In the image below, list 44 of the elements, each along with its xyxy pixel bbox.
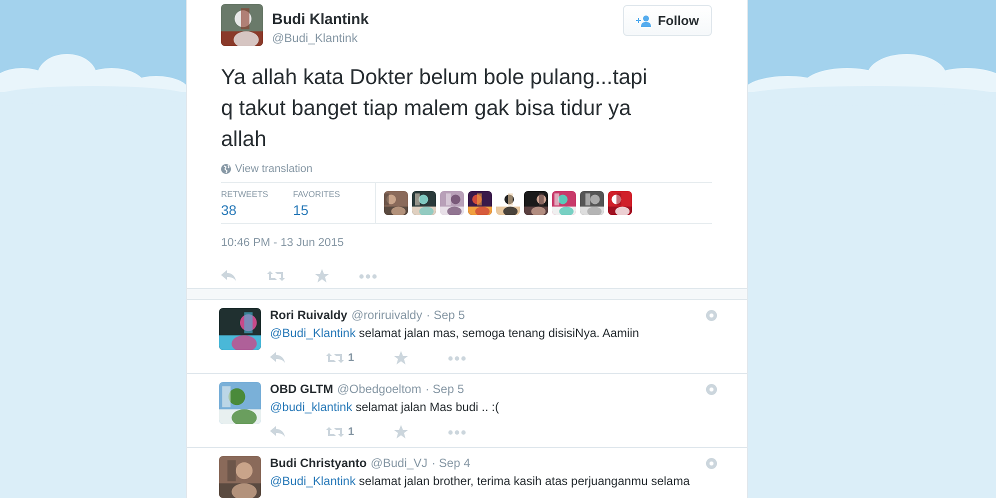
author-name[interactable]: Budi Klantink — [272, 11, 614, 28]
mention-link[interactable]: @budi_klantink — [270, 400, 352, 414]
follow-button[interactable]: Follow — [622, 5, 712, 36]
reply-author-handle[interactable]: @Budi_VJ — [370, 456, 428, 470]
globe-icon — [221, 164, 231, 174]
retweet-icon[interactable] — [267, 270, 285, 282]
stat-label: RETWEETS — [221, 188, 270, 198]
favorite-star-icon[interactable] — [315, 269, 329, 283]
reply-icon[interactable] — [270, 352, 286, 364]
mention-link[interactable]: @Budi_Klantink — [270, 474, 356, 488]
add-user-icon — [636, 14, 652, 26]
tweet-text: Ya allah kata Dokter belum bole pulang...tapi q takut banget tiap malem gak bisa tidur ya allah — [221, 64, 648, 153]
more-icon[interactable] — [448, 356, 466, 360]
reply-text: @budi_klantink selamat jalan Mas budi .. :( — [270, 400, 500, 414]
retweet-count: 1 — [348, 352, 354, 364]
tweet-timestamp: 10:46 PM - 13 Jun 2015 — [221, 237, 345, 249]
retweet-icon[interactable] — [326, 426, 344, 438]
reply-text: @Budi_Klantink selamat jalan brother, terima kasih atas perjuanganmu selama — [270, 474, 691, 488]
reply-author-handle[interactable]: @Obedgoeltom — [337, 382, 422, 396]
gear-icon[interactable] — [706, 310, 717, 320]
reply-icon[interactable] — [270, 426, 286, 438]
reply-icon[interactable] — [221, 270, 237, 282]
author-handle[interactable]: @Budi_Klantink — [272, 31, 614, 45]
mention-link[interactable]: @Budi_Klantink — [270, 326, 356, 340]
favorite-star-icon[interactable] — [394, 425, 408, 439]
reply-time[interactable]: · Sep 5 — [425, 382, 464, 396]
stat-count[interactable]: 15 — [293, 202, 365, 218]
more-icon[interactable] — [448, 430, 466, 434]
reply-author-name[interactable]: Budi Christyanto — [270, 456, 367, 470]
reply-author-name[interactable]: OBD GLTM — [270, 382, 334, 396]
reply-time[interactable]: · Sep 4 — [432, 456, 470, 470]
gear-icon[interactable] — [706, 458, 717, 468]
reply-text: @Budi_Klantink selamat jalan mas, semoga tenang disisiNya. Aamiin — [270, 326, 640, 340]
stat-label: FAVORITES — [293, 188, 342, 198]
reply-author-handle[interactable]: @roriruivaldy — [351, 308, 422, 322]
stat-count[interactable]: 38 — [221, 202, 293, 218]
more-icon[interactable] — [359, 274, 377, 278]
reply-author-name[interactable]: Rori Ruivaldy — [270, 308, 348, 322]
reply-time[interactable]: · Sep 5 — [426, 308, 465, 322]
retweet-icon[interactable] — [326, 352, 344, 364]
retweet-count: 1 — [348, 426, 354, 438]
favorite-star-icon[interactable] — [394, 351, 408, 365]
gear-icon[interactable] — [706, 384, 717, 394]
view-translation-link[interactable]: View translation — [235, 163, 312, 175]
